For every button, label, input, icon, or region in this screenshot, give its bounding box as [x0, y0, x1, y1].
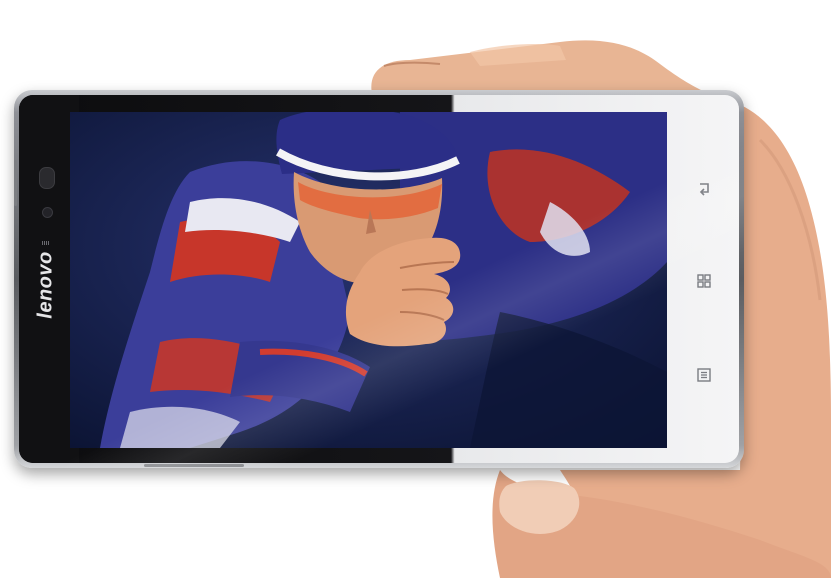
speaker-grille [42, 241, 50, 245]
speed-skater-photo [70, 112, 667, 448]
menu-list-icon [697, 368, 711, 382]
smartphone: lenovo [14, 90, 744, 468]
phone-screen [70, 112, 667, 448]
product-photo: lenovo [0, 0, 831, 578]
back-arrow-icon [699, 183, 709, 196]
back-key[interactable] [690, 175, 718, 203]
brand-logo: lenovo [34, 251, 57, 319]
home-grid-icon [697, 274, 711, 288]
softkey-bar [676, 95, 734, 463]
side-button [14, 160, 17, 206]
volume-button [144, 464, 244, 467]
front-camera [42, 207, 53, 218]
menu-key[interactable] [690, 361, 718, 389]
home-key[interactable] [690, 267, 718, 295]
earpiece [39, 167, 55, 189]
